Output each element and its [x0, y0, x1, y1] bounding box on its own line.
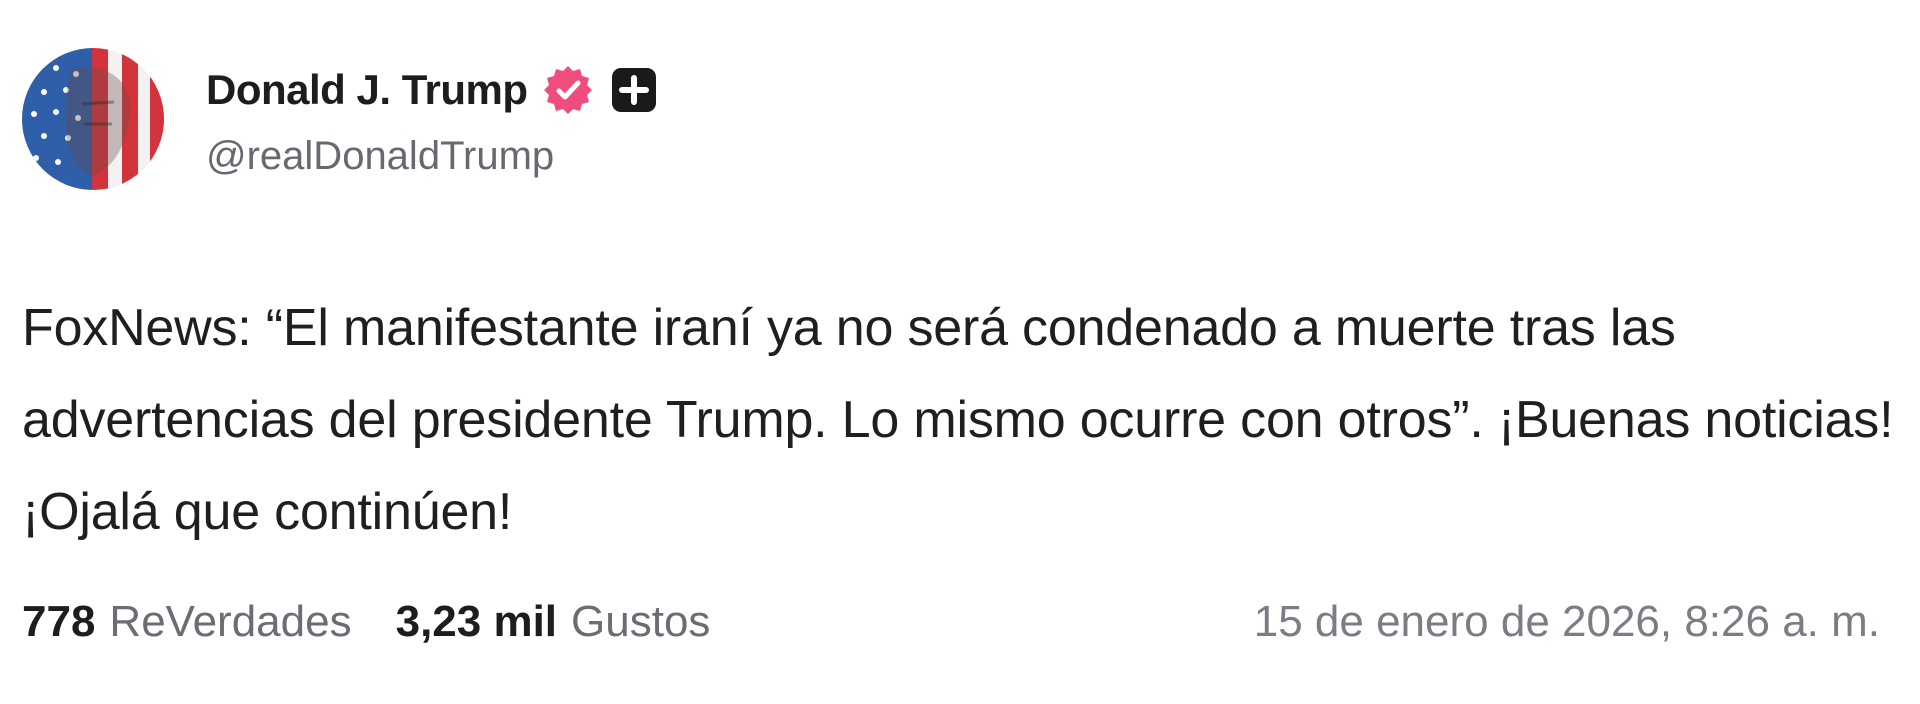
- likes-label[interactable]: Gustos: [571, 597, 710, 647]
- name-row: Donald J. Trump: [206, 60, 658, 120]
- verified-badge-icon: [542, 64, 594, 116]
- post-text: FoxNews: “El manifestante iraní ya no se…: [22, 299, 1894, 541]
- display-name[interactable]: Donald J. Trump: [206, 66, 528, 114]
- avatar[interactable]: [22, 48, 164, 190]
- author-handle[interactable]: @realDonaldTrump: [206, 134, 658, 179]
- post-header: Donald J. Trump @realDonaldTrump: [22, 48, 658, 190]
- reposts-label[interactable]: ReVerdades: [109, 597, 351, 647]
- post-timestamp: 15 de enero de 2026, 8:26 a. m.: [1253, 597, 1880, 646]
- likes-count[interactable]: 3,23 mil: [396, 597, 557, 647]
- plus-square-icon: [610, 66, 658, 114]
- reposts-count[interactable]: 778: [22, 597, 95, 647]
- author-identity: Donald J. Trump @realDonaldTrump: [206, 60, 658, 179]
- american-flag-portrait-avatar-icon: [22, 48, 164, 190]
- post-card: Donald J. Trump @realDonaldTrump FoxNews…: [0, 0, 1920, 704]
- post-stats-bar: 778 ReVerdades 3,23 mil Gustos 15 de ene…: [22, 592, 1880, 652]
